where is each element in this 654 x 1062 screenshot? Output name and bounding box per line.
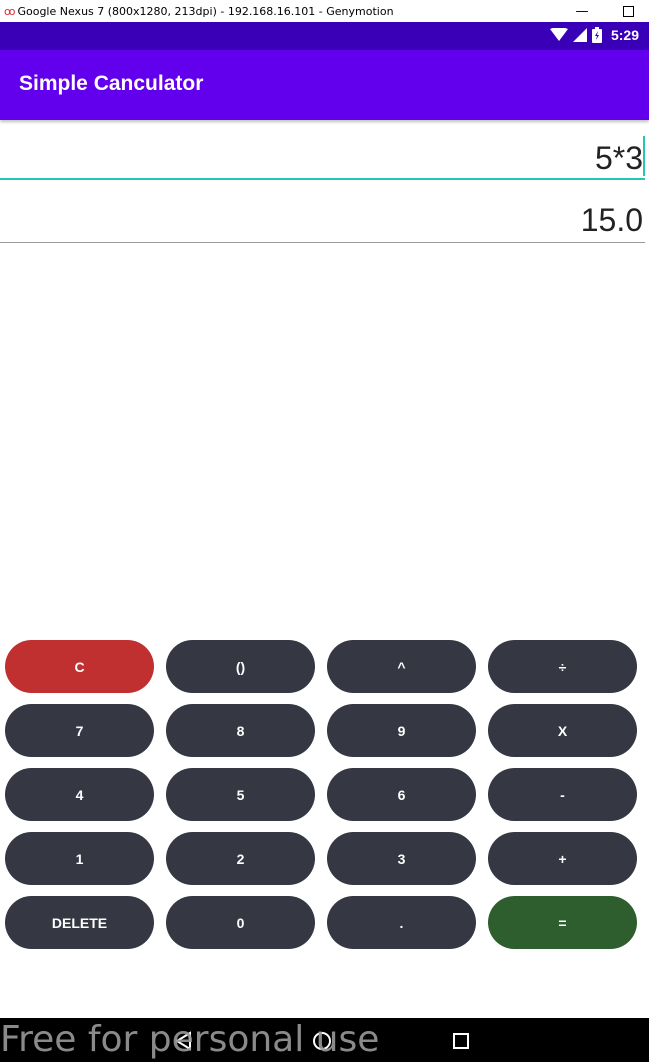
result-text: 15.0 xyxy=(580,202,643,238)
key-label: C xyxy=(74,658,85,675)
parentheses-button[interactable]: () xyxy=(166,640,315,693)
add-button[interactable]: + xyxy=(488,832,637,885)
genymotion-logo-icon: oo xyxy=(4,4,16,18)
digit-3-button[interactable]: 3 xyxy=(327,832,476,885)
key-label: 1 xyxy=(75,850,84,867)
digit-9-button[interactable]: 9 xyxy=(327,704,476,757)
digit-7-button[interactable]: 7 xyxy=(5,704,154,757)
key-label: X xyxy=(557,722,568,739)
delete-button[interactable]: DELETE xyxy=(5,896,154,949)
multiply-button[interactable]: X xyxy=(488,704,637,757)
key-label: . xyxy=(399,914,404,931)
expression-text: 5*3 xyxy=(594,140,643,176)
key-label: 7 xyxy=(75,722,84,739)
power-button[interactable]: ^ xyxy=(327,640,476,693)
maximize-button[interactable] xyxy=(608,0,648,22)
window-title: Google Nexus 7 (800x1280, 213dpi) - 192.… xyxy=(17,4,394,18)
minimize-button[interactable]: — xyxy=(562,0,602,22)
app-title: Simple Canculator xyxy=(19,72,204,95)
digit-4-button[interactable]: 4 xyxy=(5,768,154,821)
key-label: 6 xyxy=(397,786,406,803)
digit-8-button[interactable]: 8 xyxy=(166,704,315,757)
key-label: 5 xyxy=(236,786,245,803)
expression-input[interactable]: 5*3 xyxy=(0,126,645,180)
key-label: = xyxy=(558,914,567,931)
digit-2-button[interactable]: 2 xyxy=(166,832,315,885)
status-bar: 5:29 xyxy=(0,22,649,50)
key-label: DELETE xyxy=(51,914,108,931)
minimize-icon: — xyxy=(575,3,589,19)
key-label: 8 xyxy=(236,722,245,739)
equals-button[interactable]: = xyxy=(488,896,637,949)
recents-icon xyxy=(453,1033,469,1049)
app-bar: Simple Canculator xyxy=(0,50,649,120)
digit-6-button[interactable]: 6 xyxy=(327,768,476,821)
key-label: 2 xyxy=(236,850,245,867)
phone-screen: 5:29 Simple Canculator 5*3 15.0 C() ^ ÷ 7 8 9… xyxy=(0,22,649,1062)
key-label: ^ xyxy=(397,658,406,675)
key-label: ÷ xyxy=(558,658,567,675)
decimal-button[interactable]: . xyxy=(327,896,476,949)
status-time: 5:29 xyxy=(610,27,639,43)
maximize-icon xyxy=(622,5,634,17)
window-border xyxy=(649,22,654,1062)
result-field[interactable]: 15.0 xyxy=(0,192,645,243)
recents-button[interactable] xyxy=(446,1026,476,1056)
text-cursor xyxy=(643,136,645,176)
digit-1-button[interactable]: 1 xyxy=(5,832,154,885)
divide-button[interactable]: ÷ xyxy=(488,640,637,693)
signal-icon xyxy=(572,28,587,42)
digit-5-button[interactable]: 5 xyxy=(166,768,315,821)
watermark-text: Free for personal use xyxy=(0,1019,380,1060)
window-titlebar: oo Google Nexus 7 (800x1280, 213dpi) - 1… xyxy=(0,0,654,22)
subtract-button[interactable]: - xyxy=(488,768,637,821)
key-label: - xyxy=(560,786,565,803)
clear-button[interactable]: C xyxy=(5,640,154,693)
key-label: + xyxy=(558,850,567,867)
key-label: 0 xyxy=(236,914,245,931)
key-label: () xyxy=(235,658,246,675)
key-label: 9 xyxy=(397,722,406,739)
battery-icon xyxy=(591,27,602,43)
digit-0-button[interactable]: 0 xyxy=(166,896,315,949)
status-icons: 5:29 xyxy=(549,27,639,43)
key-label: 4 xyxy=(75,786,84,803)
key-label: 3 xyxy=(397,850,406,867)
wifi-icon xyxy=(549,28,568,41)
